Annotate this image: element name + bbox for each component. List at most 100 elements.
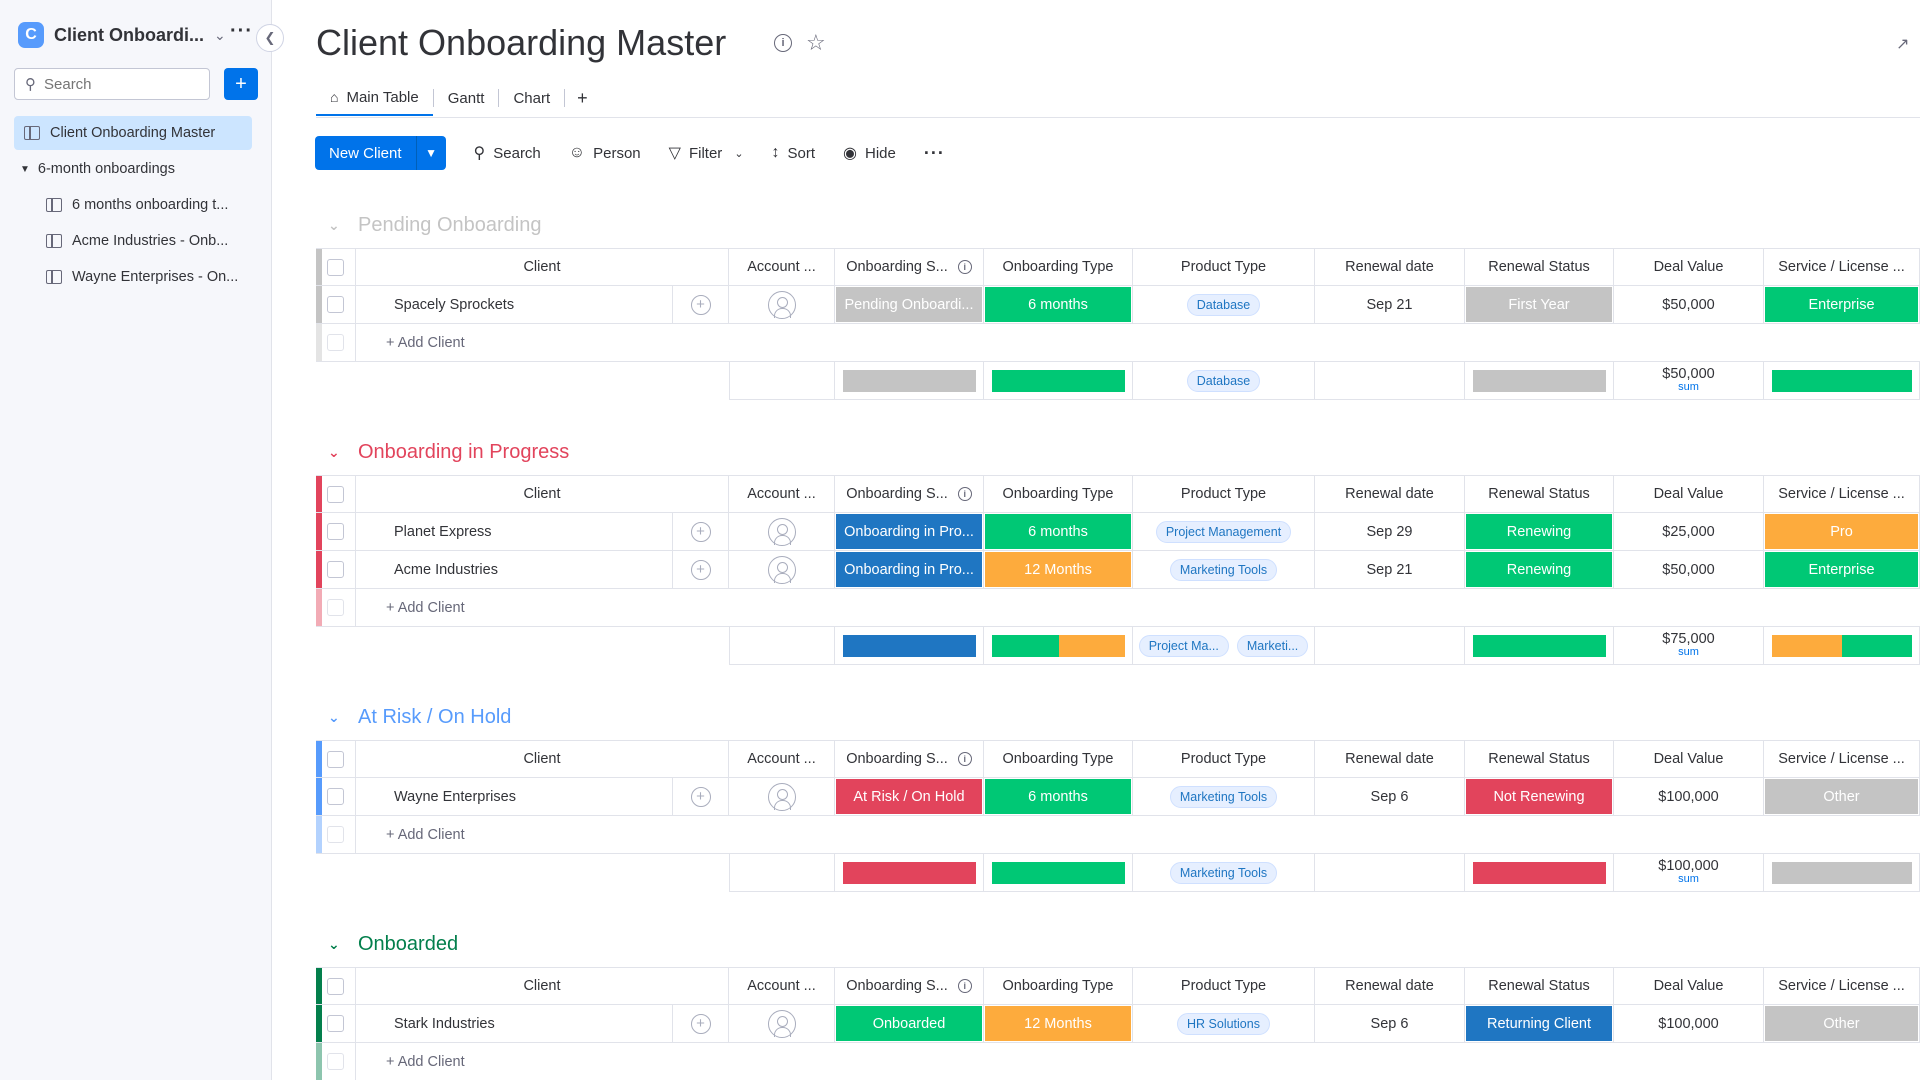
column-header-product-type[interactable]: Product Type <box>1133 475 1315 513</box>
column-header-renewal-status[interactable]: Renewal Status <box>1465 967 1614 1005</box>
account-owner-cell[interactable] <box>729 513 835 551</box>
column-header-renewal-date[interactable]: Renewal date <box>1315 475 1465 513</box>
column-header-renewal-date[interactable]: Renewal date <box>1315 740 1465 778</box>
client-name-cell[interactable]: Wayne Enterprises <box>356 778 673 816</box>
person-avatar-icon[interactable] <box>767 1009 796 1038</box>
column-header-service-license[interactable]: Service / License ... <box>1764 248 1920 286</box>
add-update-cell[interactable]: + <box>673 778 729 816</box>
sidebar-item-acme-industries[interactable]: Acme Industries - Onb... <box>46 224 228 258</box>
group-header[interactable]: ⌄ At Risk / On Hold <box>328 702 511 732</box>
select-all-checkbox[interactable] <box>327 485 344 503</box>
column-header-renewal-date[interactable]: Renewal date <box>1315 967 1465 1005</box>
chevron-down-icon[interactable]: ▼ <box>415 136 446 170</box>
add-update-icon[interactable]: + <box>690 521 711 542</box>
column-header-service-license[interactable]: Service / License ... <box>1764 740 1920 778</box>
star-icon[interactable]: ☆ <box>806 30 826 56</box>
filter-button[interactable]: ▽ Filter ⌄ <box>669 143 744 163</box>
account-owner-cell[interactable] <box>729 1005 835 1043</box>
onb-status-cell[interactable]: At Risk / On Hold <box>835 778 984 816</box>
status-label[interactable]: Pro <box>1765 514 1918 549</box>
column-header-account[interactable]: Account ... <box>729 248 835 286</box>
status-label[interactable]: At Risk / On Hold <box>836 779 982 814</box>
column-header-onb-type[interactable]: Onboarding Type <box>984 475 1133 513</box>
tab-gantt[interactable]: Gantt <box>434 80 499 116</box>
onb-status-cell[interactable]: Pending Onboardi... <box>835 286 984 324</box>
column-header-onb-status[interactable]: Onboarding S... i <box>835 967 984 1005</box>
select-all-checkbox[interactable] <box>327 750 344 768</box>
add-update-icon[interactable]: + <box>690 294 711 315</box>
chevron-down-icon[interactable]: ⌄ <box>328 444 344 461</box>
renewal-status-cell[interactable]: First Year <box>1465 286 1614 324</box>
info-icon[interactable]: i <box>957 260 972 274</box>
row-checkbox[interactable] <box>327 561 344 578</box>
column-header-client[interactable]: Client <box>356 475 729 513</box>
add-client-button[interactable]: + Add Client <box>356 816 1920 854</box>
renewal-date-cell[interactable]: Sep 6 <box>1315 778 1465 816</box>
status-label[interactable]: 6 months <box>985 287 1131 322</box>
add-update-icon[interactable]: + <box>690 786 711 807</box>
product-type-cell[interactable]: HR Solutions <box>1133 1005 1315 1043</box>
row-checkbox[interactable] <box>327 523 344 540</box>
add-client-button[interactable]: + Add Client <box>356 324 1920 362</box>
person-avatar-icon[interactable] <box>767 290 796 319</box>
add-view-button[interactable]: + <box>565 88 600 109</box>
column-header-service-license[interactable]: Service / License ... <box>1764 967 1920 1005</box>
renewal-status-cell[interactable]: Renewing <box>1465 551 1614 589</box>
product-type-cell[interactable]: Database <box>1133 286 1315 324</box>
onb-type-cell[interactable]: 6 months <box>984 778 1133 816</box>
group-header[interactable]: ⌄ Onboarding in Progress <box>328 437 569 467</box>
column-header-deal-value[interactable]: Deal Value <box>1614 248 1764 286</box>
column-header-product-type[interactable]: Product Type <box>1133 740 1315 778</box>
row-checkbox[interactable] <box>327 296 344 313</box>
collapse-sidebar-button[interactable]: ❮ <box>256 24 284 52</box>
person-avatar-icon[interactable] <box>767 555 796 584</box>
service-cell[interactable]: Other <box>1764 778 1920 816</box>
onb-type-cell[interactable]: 6 months <box>984 513 1133 551</box>
onb-status-cell[interactable]: Onboarding in Pro... <box>835 551 984 589</box>
row-checkbox[interactable] <box>327 788 344 805</box>
chevron-down-icon[interactable]: ⌄ <box>328 217 344 234</box>
account-owner-cell[interactable] <box>729 551 835 589</box>
sidebar-folder-6-month-onboardings[interactable]: ▼ 6-month onboardings <box>20 152 175 186</box>
status-label[interactable]: Other <box>1765 779 1918 814</box>
column-header-onb-type[interactable]: Onboarding Type <box>984 967 1133 1005</box>
person-avatar-icon[interactable] <box>767 517 796 546</box>
deal-value-cell[interactable]: $100,000 <box>1614 1005 1764 1043</box>
service-cell[interactable]: Enterprise <box>1764 286 1920 324</box>
onb-status-cell[interactable]: Onboarded <box>835 1005 984 1043</box>
column-header-onb-status[interactable]: Onboarding S... i <box>835 740 984 778</box>
column-header-onb-status[interactable]: Onboarding S... i <box>835 248 984 286</box>
sidebar-search-input[interactable] <box>44 75 194 93</box>
more-options-icon[interactable]: ··· <box>924 143 945 164</box>
status-label[interactable]: Enterprise <box>1765 287 1918 322</box>
sidebar-item-6-months-onboarding[interactable]: 6 months onboarding t... <box>46 188 228 222</box>
status-label[interactable]: First Year <box>1466 287 1612 322</box>
status-label[interactable]: Onboarding in Pro... <box>836 514 982 549</box>
onb-type-cell[interactable]: 12 Months <box>984 551 1133 589</box>
service-cell[interactable]: Other <box>1764 1005 1920 1043</box>
column-header-service-license[interactable]: Service / License ... <box>1764 475 1920 513</box>
onb-type-cell[interactable]: 12 Months <box>984 1005 1133 1043</box>
product-type-cell[interactable]: Marketing Tools <box>1133 778 1315 816</box>
column-header-client[interactable]: Client <box>356 967 729 1005</box>
row-checkbox[interactable] <box>327 1015 344 1032</box>
column-header-renewal-status[interactable]: Renewal Status <box>1465 475 1614 513</box>
product-type-cell[interactable]: Marketing Tools <box>1133 551 1315 589</box>
column-header-product-type[interactable]: Product Type <box>1133 248 1315 286</box>
column-header-renewal-status[interactable]: Renewal Status <box>1465 248 1614 286</box>
add-update-cell[interactable]: + <box>673 551 729 589</box>
add-client-button[interactable]: + Add Client <box>356 1043 1920 1080</box>
status-label[interactable]: Onboarding in Pro... <box>836 552 982 587</box>
person-filter-button[interactable]: ☺ Person <box>569 144 641 162</box>
info-icon[interactable]: i <box>957 752 972 766</box>
add-update-icon[interactable]: + <box>690 1013 711 1034</box>
sort-button[interactable]: ↕ Sort <box>772 144 816 162</box>
status-label[interactable]: Not Renewing <box>1466 779 1612 814</box>
chevron-down-icon[interactable]: ⌄ <box>328 936 344 953</box>
chevron-down-icon[interactable]: ⌄ <box>328 709 344 726</box>
column-header-account[interactable]: Account ... <box>729 740 835 778</box>
person-avatar-icon[interactable] <box>767 782 796 811</box>
status-label[interactable]: Renewing <box>1466 514 1612 549</box>
status-label[interactable]: 12 Months <box>985 552 1131 587</box>
status-label[interactable]: 12 Months <box>985 1006 1131 1041</box>
